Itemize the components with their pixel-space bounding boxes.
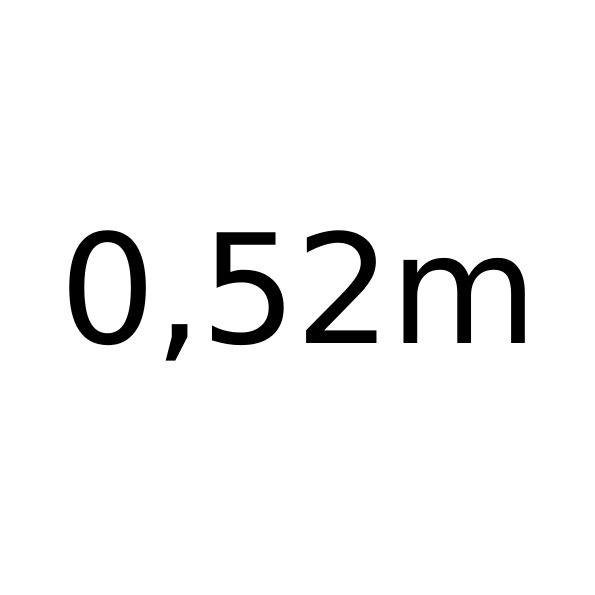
measurement-label: 0,52m [59,202,538,379]
canvas: 0,52m [0,0,595,595]
